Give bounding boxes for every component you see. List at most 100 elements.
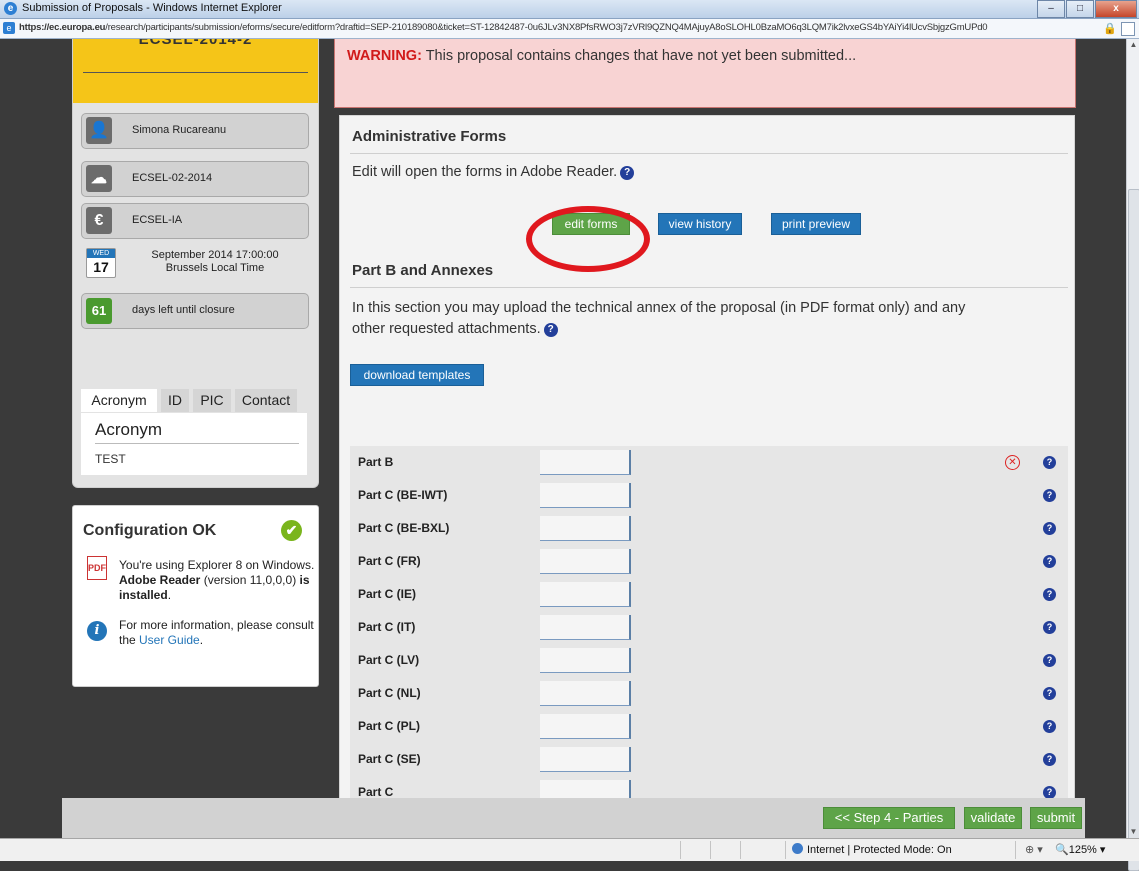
- help-icon[interactable]: ?: [1043, 522, 1056, 535]
- warning-message: This proposal contains changes that have…: [421, 48, 857, 64]
- help-icon[interactable]: ?: [1043, 555, 1056, 568]
- admin-forms-divider: [350, 153, 1068, 154]
- attachment-row: Part C (FR) ?: [350, 545, 1068, 578]
- print-preview-button[interactable]: print preview: [771, 213, 861, 235]
- part-b-divider: [350, 287, 1068, 288]
- help-icon[interactable]: ?: [1043, 456, 1056, 469]
- scrollbar-thumb[interactable]: [1128, 189, 1139, 871]
- help-icon[interactable]: ?: [1043, 753, 1056, 766]
- configuration-info: For more information, please consult the…: [119, 618, 315, 648]
- download-templates-button[interactable]: download templates: [350, 364, 484, 386]
- upload-field[interactable]: [540, 483, 631, 508]
- help-icon[interactable]: ?: [1043, 588, 1056, 601]
- attachment-label: Part C (BE-IWT): [358, 488, 448, 502]
- sidebar-action-type: € ECSEL-IA: [81, 203, 309, 239]
- compatibility-view-icon[interactable]: [1121, 22, 1135, 36]
- help-icon[interactable]: ?: [1043, 489, 1056, 502]
- scroll-down-icon[interactable]: ▼: [1127, 826, 1139, 838]
- upload-field[interactable]: [540, 615, 631, 640]
- warning-text: WARNING: This proposal contains changes …: [347, 48, 856, 64]
- help-icon[interactable]: ?: [1043, 687, 1056, 700]
- window-title-bar: e Submission of Proposals - Windows Inte…: [0, 0, 1139, 19]
- window-title: Submission of Proposals - Windows Intern…: [22, 2, 282, 14]
- security-zone[interactable]: Internet | Protected Mode: On: [792, 843, 952, 856]
- help-icon[interactable]: ?: [1043, 621, 1056, 634]
- tab-contact[interactable]: Contact: [235, 389, 297, 412]
- sidebar-action-type-label: ECSEL-IA: [132, 214, 183, 226]
- config-msg-reader: Adobe Reader: [119, 573, 201, 587]
- info-icon: i: [87, 621, 107, 641]
- tab-id[interactable]: ID: [161, 389, 189, 412]
- sidebar-deadline: WED 17 September 2014 17:00:00 Brussels …: [81, 245, 309, 281]
- browser-status-bar: Internet | Protected Mode: On ⊕ ▾ 🔍125% …: [0, 838, 1139, 861]
- vertical-scrollbar[interactable]: ▲ ▼: [1126, 39, 1139, 871]
- sidebar-call: ☁ ECSEL-02-2014: [81, 161, 309, 197]
- attachment-row: Part C (PL) ?: [350, 710, 1068, 743]
- attachment-label: Part C (PL): [358, 719, 421, 733]
- address-bar[interactable]: e https://ec.europa.eu/research/particip…: [0, 19, 1139, 39]
- upload-field[interactable]: [540, 549, 631, 574]
- configuration-heading: Configuration OK: [83, 522, 217, 539]
- upload-field[interactable]: [540, 450, 631, 475]
- zoom-value: 125%: [1068, 844, 1097, 856]
- attachment-label: Part B: [358, 455, 394, 469]
- url-text[interactable]: https://ec.europa.eu/research/participan…: [19, 22, 1104, 33]
- maximize-button[interactable]: □: [1066, 0, 1094, 18]
- configuration-box: Configuration OK ✔ PDF You're using Expl…: [72, 505, 319, 687]
- scroll-up-icon[interactable]: ▲: [1127, 39, 1139, 51]
- sidebar-days-left: 61 days left until closure: [81, 293, 309, 329]
- lock-icon[interactable]: 🔒: [1103, 22, 1117, 35]
- previous-step-button[interactable]: << Step 4 - Parties: [823, 807, 955, 829]
- attachment-label: Part C (LV): [358, 653, 420, 667]
- attachment-label: Part C (SE): [358, 752, 421, 766]
- minimize-button[interactable]: –: [1037, 0, 1065, 18]
- attachment-label: Part C (IE): [358, 587, 417, 601]
- warning-label: WARNING:: [347, 48, 422, 64]
- configuration-message: You're using Explorer 8 on Windows. Adob…: [119, 558, 315, 603]
- page-viewport: ECSEL-2014-2 👤 Simona Rucareanu ☁ ECSEL-…: [0, 39, 1126, 838]
- help-icon[interactable]: ?: [1043, 654, 1056, 667]
- status-divider: [710, 841, 711, 859]
- sidebar-user: 👤 Simona Rucareanu: [81, 113, 309, 149]
- attachment-row: Part C (NL) ?: [350, 677, 1068, 710]
- upload-field[interactable]: [540, 681, 631, 706]
- tab-acronym[interactable]: Acronym: [81, 389, 157, 412]
- upload-field[interactable]: [540, 516, 631, 541]
- security-zone-text: Internet | Protected Mode: On: [807, 844, 952, 856]
- config-msg-end: .: [167, 588, 172, 602]
- attachment-row: Part C (SE) ?: [350, 743, 1068, 776]
- upload-field[interactable]: [540, 714, 631, 739]
- page-favicon-icon: e: [3, 22, 15, 34]
- forms-content: Administrative Forms Edit will open the …: [339, 115, 1075, 819]
- help-icon[interactable]: ?: [1043, 720, 1056, 733]
- config-info-end: .: [199, 633, 204, 647]
- deadline-day: 17: [93, 259, 109, 275]
- delete-icon[interactable]: ✕: [1005, 455, 1020, 470]
- close-window-button[interactable]: x: [1095, 0, 1137, 18]
- submit-button[interactable]: submit: [1030, 807, 1082, 829]
- upload-field[interactable]: [540, 582, 631, 607]
- upload-field[interactable]: [540, 648, 631, 673]
- ie-logo-icon: e: [4, 2, 17, 15]
- part-b-desc-line1: In this section you may upload the techn…: [352, 300, 966, 316]
- unsubmitted-changes-warning: WARNING: This proposal contains changes …: [334, 39, 1076, 108]
- validate-button[interactable]: validate: [964, 807, 1022, 829]
- admin-forms-desc-text: Edit will open the forms in Adobe Reader…: [352, 164, 618, 180]
- help-icon[interactable]: ?: [543, 323, 558, 337]
- cloud-icon: ☁: [86, 165, 112, 192]
- protected-mode-icon[interactable]: ⊕ ▾: [1025, 843, 1043, 856]
- status-divider: [680, 841, 681, 859]
- config-msg-version: (version 11,0,0,0): [200, 573, 300, 587]
- tab-pic[interactable]: PIC: [193, 389, 231, 412]
- user-guide-link[interactable]: User Guide: [139, 633, 200, 647]
- zoom-level[interactable]: 🔍125% ▾: [1055, 843, 1105, 856]
- upload-field[interactable]: [540, 747, 631, 772]
- attachment-row: Part C (IT) ?: [350, 611, 1068, 644]
- acronym-panel: Acronym TEST: [81, 413, 307, 475]
- acronym-value: TEST: [95, 452, 126, 466]
- globe-icon: [792, 843, 803, 854]
- view-history-button[interactable]: view history: [658, 213, 742, 235]
- sidebar-tabs: Acronym ID PIC Contact: [81, 389, 307, 413]
- help-icon[interactable]: ?: [620, 166, 635, 180]
- zoom-icon: 🔍: [1055, 844, 1069, 856]
